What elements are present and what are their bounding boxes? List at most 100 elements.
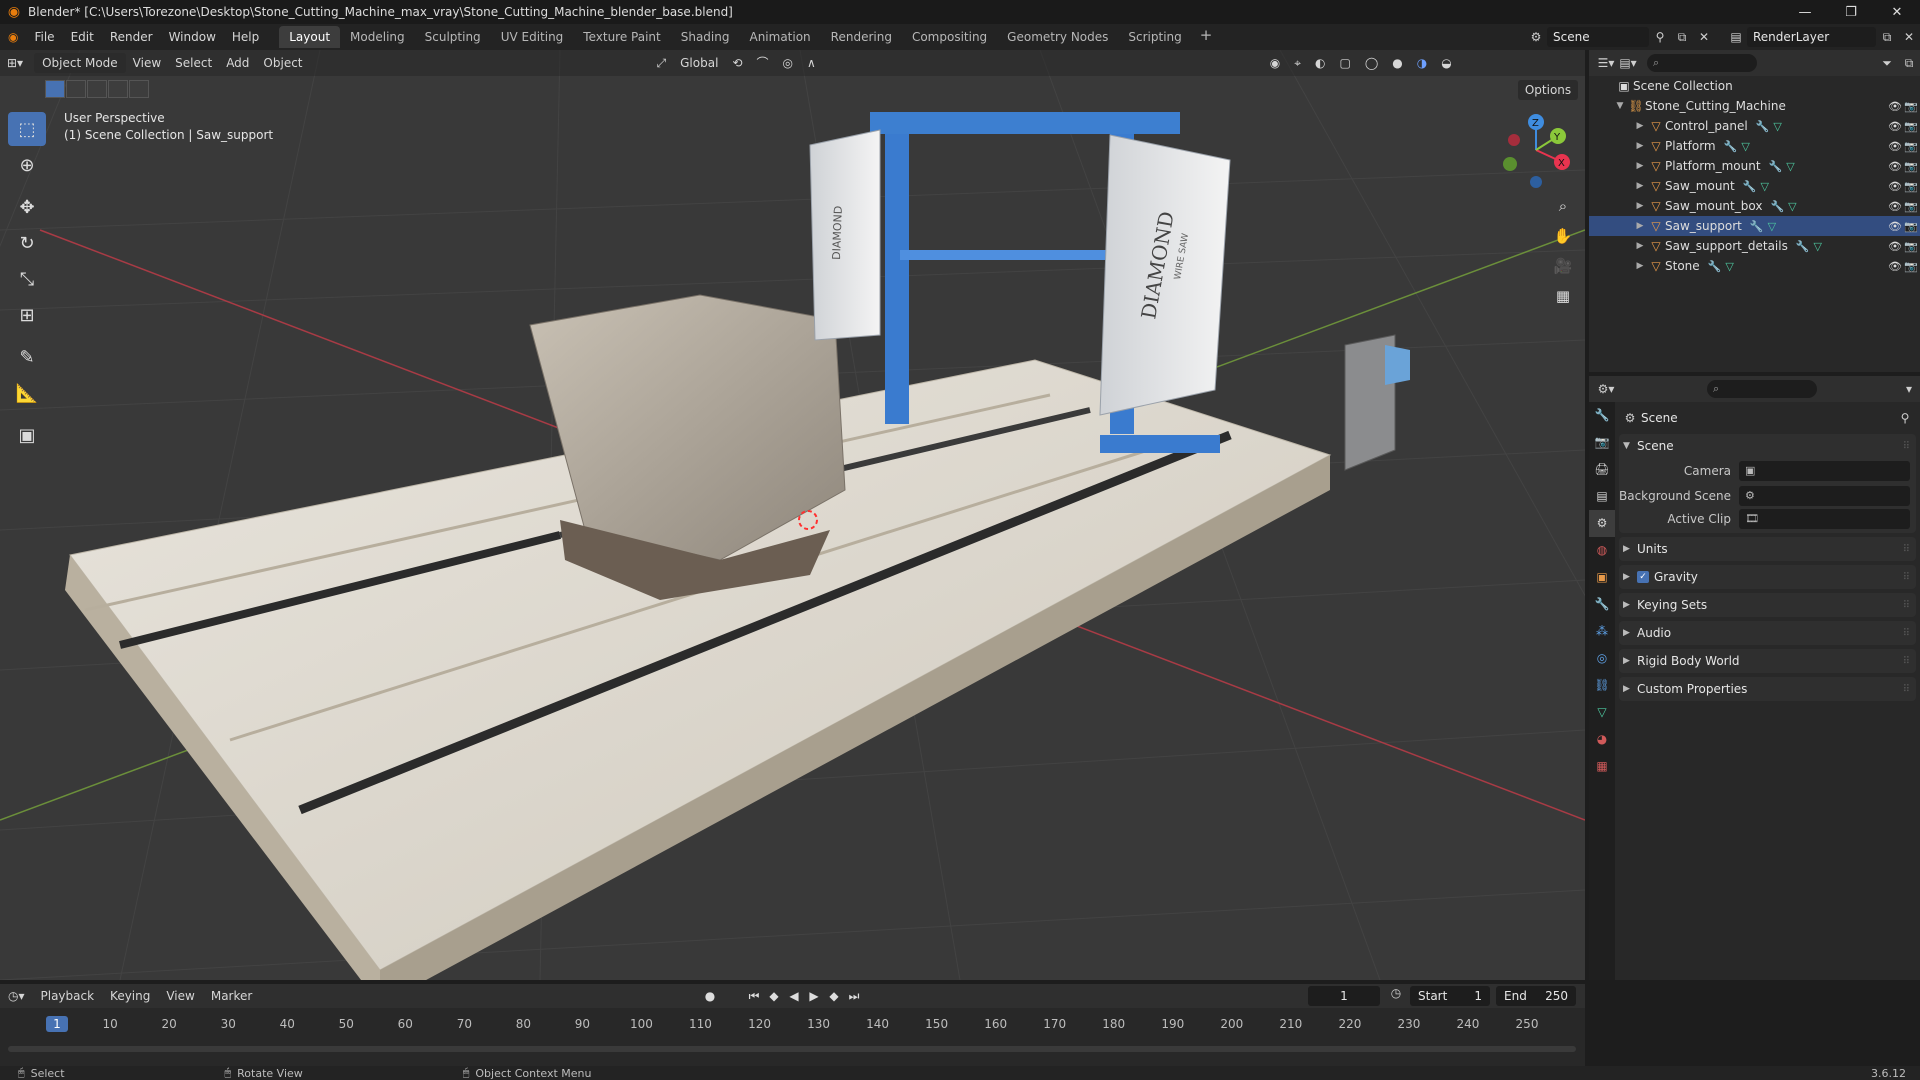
expand-arrow-icon[interactable]: ▶ <box>1633 201 1647 211</box>
menu-marker[interactable]: Marker <box>203 989 260 1003</box>
view-layer-icon[interactable]: ▤ <box>1725 30 1747 44</box>
pan-hand-icon[interactable]: ✋ <box>1549 222 1577 250</box>
prev-keyframe-icon[interactable]: ◆ <box>764 989 784 1003</box>
select-extend-icon[interactable] <box>66 80 86 98</box>
visibility-eye-icon[interactable]: 👁 <box>1888 240 1902 253</box>
outliner-item-saw-mount-box[interactable]: ▶ ▽ Saw_mount_box 🔧▽ 👁 📷 <box>1589 196 1920 216</box>
frame-ruler[interactable]: 1 10 20 30 40 50 60 70 80 90 100 110 120 130 140 150 160… <box>0 1014 1585 1034</box>
rendered-shading-icon[interactable]: ◒ <box>1434 53 1458 73</box>
visibility-eye-icon[interactable]: 👁 <box>1888 160 1902 173</box>
expand-arrow-icon[interactable]: ▶ <box>1633 141 1647 151</box>
new-layer-icon[interactable]: ⧉ <box>1876 30 1898 45</box>
rotate-icon[interactable]: ↻ <box>8 226 46 260</box>
delete-scene-icon[interactable]: ✕ <box>1693 30 1715 44</box>
outliner-collection-row[interactable]: ▼ ⛓ Stone_Cutting_Machine 👁 📷 <box>1589 96 1920 116</box>
render-camera-icon[interactable]: 📷 <box>1904 220 1918 233</box>
pin-icon[interactable]: ⚲ <box>1894 411 1916 425</box>
jump-start-icon[interactable]: ⏮ <box>744 989 764 1004</box>
scale-icon[interactable]: ⤡ <box>8 262 46 296</box>
scene-name-field[interactable]: Scene <box>1547 27 1649 47</box>
outliner-root-row[interactable]: ▣ Scene Collection <box>1589 76 1920 96</box>
particles-tab-icon[interactable]: ⁂ <box>1589 618 1615 645</box>
play-icon[interactable]: ▶ <box>804 989 824 1003</box>
add-workspace-icon[interactable]: + <box>1192 26 1221 48</box>
display-mode-icon[interactable]: ▤▾ <box>1617 56 1639 70</box>
navigation-gizmo[interactable]: Z Y X <box>1496 110 1576 190</box>
menu-select[interactable]: Select <box>168 53 219 73</box>
visibility-icon[interactable]: ◉ <box>1263 53 1287 73</box>
xray-icon[interactable]: ▢ <box>1333 53 1358 73</box>
visibility-eye-icon[interactable]: 👁 <box>1888 100 1902 113</box>
select-box-icon[interactable]: ⬚ <box>8 112 46 146</box>
drag-handle-icon[interactable]: ⠿ <box>1903 684 1910 695</box>
drag-handle-icon[interactable]: ⠿ <box>1903 656 1910 667</box>
scene-tab-icon[interactable]: ⚙ <box>1589 510 1615 537</box>
menu-timeline-view[interactable]: View <box>158 989 202 1003</box>
gravity-panel[interactable]: ▶ ✓ Gravity ⠿ <box>1619 565 1916 589</box>
tab-sculpting[interactable]: Sculpting <box>415 26 491 48</box>
add-cube-icon[interactable]: ▣ <box>8 418 46 452</box>
outliner-item-control-panel[interactable]: ▶ ▽ Control_panel 🔧▽ 👁 📷 <box>1589 116 1920 136</box>
pivot-icon[interactable]: ⟲ <box>725 53 749 73</box>
constraints-tab-icon[interactable]: ⛓ <box>1589 672 1615 699</box>
play-reverse-icon[interactable]: ◀ <box>784 989 804 1003</box>
annotate-icon[interactable]: ✎ <box>8 340 46 374</box>
transform-icon[interactable]: ⊞ <box>8 298 46 332</box>
cursor-icon[interactable]: ⊕ <box>8 148 46 182</box>
new-collection-icon[interactable]: ⧉ <box>1898 56 1920 71</box>
select-invert-icon[interactable] <box>108 80 128 98</box>
object-tab-icon[interactable]: ▣ <box>1589 564 1615 591</box>
outliner-search-input[interactable]: ⌕ <box>1647 54 1757 72</box>
tool-tab-icon[interactable]: 🔧 <box>1589 402 1615 429</box>
ortho-grid-icon[interactable]: ▦ <box>1549 282 1577 310</box>
end-frame-field[interactable]: End 250 <box>1496 986 1576 1006</box>
menu-file[interactable]: File <box>26 24 62 50</box>
outliner-item-stone[interactable]: ▶ ▽ Stone 🔧▽ 👁 📷 <box>1589 256 1920 276</box>
gizmo-toggle-icon[interactable]: ⌖ <box>1287 53 1308 73</box>
start-frame-field[interactable]: Start 1 <box>1410 986 1490 1006</box>
visibility-eye-icon[interactable]: 👁 <box>1888 180 1902 193</box>
expand-arrow-icon[interactable]: ▶ <box>1633 161 1647 171</box>
select-subtract-icon[interactable] <box>87 80 107 98</box>
tab-compositing[interactable]: Compositing <box>902 26 997 48</box>
render-camera-icon[interactable]: 📷 <box>1904 120 1918 133</box>
tab-rendering[interactable]: Rendering <box>821 26 902 48</box>
drag-handle-icon[interactable]: ⠿ <box>1903 544 1910 555</box>
outliner-editor-icon[interactable]: ☰▾ <box>1595 56 1617 70</box>
timeline-scrollbar[interactable] <box>8 1046 1576 1052</box>
menu-playback[interactable]: Playback <box>33 989 103 1003</box>
expand-arrow-icon[interactable]: ▶ <box>1633 181 1647 191</box>
properties-options-icon[interactable]: ▾ <box>1898 382 1920 396</box>
rigid-body-world-panel[interactable]: ▶ Rigid Body World ⠿ <box>1619 649 1916 673</box>
next-keyframe-icon[interactable]: ◆ <box>824 989 844 1003</box>
outliner-item-saw-mount[interactable]: ▶ ▽ Saw_mount 🔧▽ 👁 📷 <box>1589 176 1920 196</box>
menu-view[interactable]: View <box>126 53 168 73</box>
output-tab-icon[interactable]: 🖨 <box>1589 456 1615 483</box>
custom-properties-panel[interactable]: ▶ Custom Properties ⠿ <box>1619 677 1916 701</box>
render-camera-icon[interactable]: 📷 <box>1904 240 1918 253</box>
minimize-button[interactable]: — <box>1782 5 1828 20</box>
visibility-eye-icon[interactable]: 👁 <box>1888 260 1902 273</box>
transform-orientation-dropdown[interactable]: Global <box>673 53 725 73</box>
menu-render[interactable]: Render <box>102 24 161 50</box>
expand-arrow-icon[interactable]: ▶ <box>1633 121 1647 131</box>
3d-viewport[interactable]: DIAMOND DIAMOND WIRE SAW ⊞▾ Object Mode … <box>0 50 1585 980</box>
delete-layer-icon[interactable]: ✕ <box>1898 30 1920 44</box>
tab-uv-editing[interactable]: UV Editing <box>491 26 574 48</box>
texture-tab-icon[interactable]: ▦ <box>1589 753 1615 780</box>
material-shading-icon[interactable]: ◑ <box>1410 53 1434 73</box>
render-tab-icon[interactable]: 📷 <box>1589 429 1615 456</box>
world-tab-icon[interactable]: ◍ <box>1589 537 1615 564</box>
expand-arrow-icon[interactable]: ▶ <box>1633 241 1647 251</box>
outliner-item-platform-mount[interactable]: ▶ ▽ Platform_mount 🔧▽ 👁 📷 <box>1589 156 1920 176</box>
render-camera-icon[interactable]: 📷 <box>1904 100 1918 113</box>
select-new-icon[interactable] <box>45 80 65 98</box>
tab-texture-paint[interactable]: Texture Paint <box>573 26 670 48</box>
menu-window[interactable]: Window <box>161 24 224 50</box>
gravity-checkbox[interactable]: ✓ <box>1637 571 1649 583</box>
drag-handle-icon[interactable]: ⠿ <box>1903 441 1910 452</box>
menu-keying[interactable]: Keying <box>102 989 158 1003</box>
render-camera-icon[interactable]: 📷 <box>1904 180 1918 193</box>
restore-button[interactable]: ❐ <box>1828 5 1874 20</box>
zoom-icon[interactable]: ⌕ <box>1549 192 1577 220</box>
